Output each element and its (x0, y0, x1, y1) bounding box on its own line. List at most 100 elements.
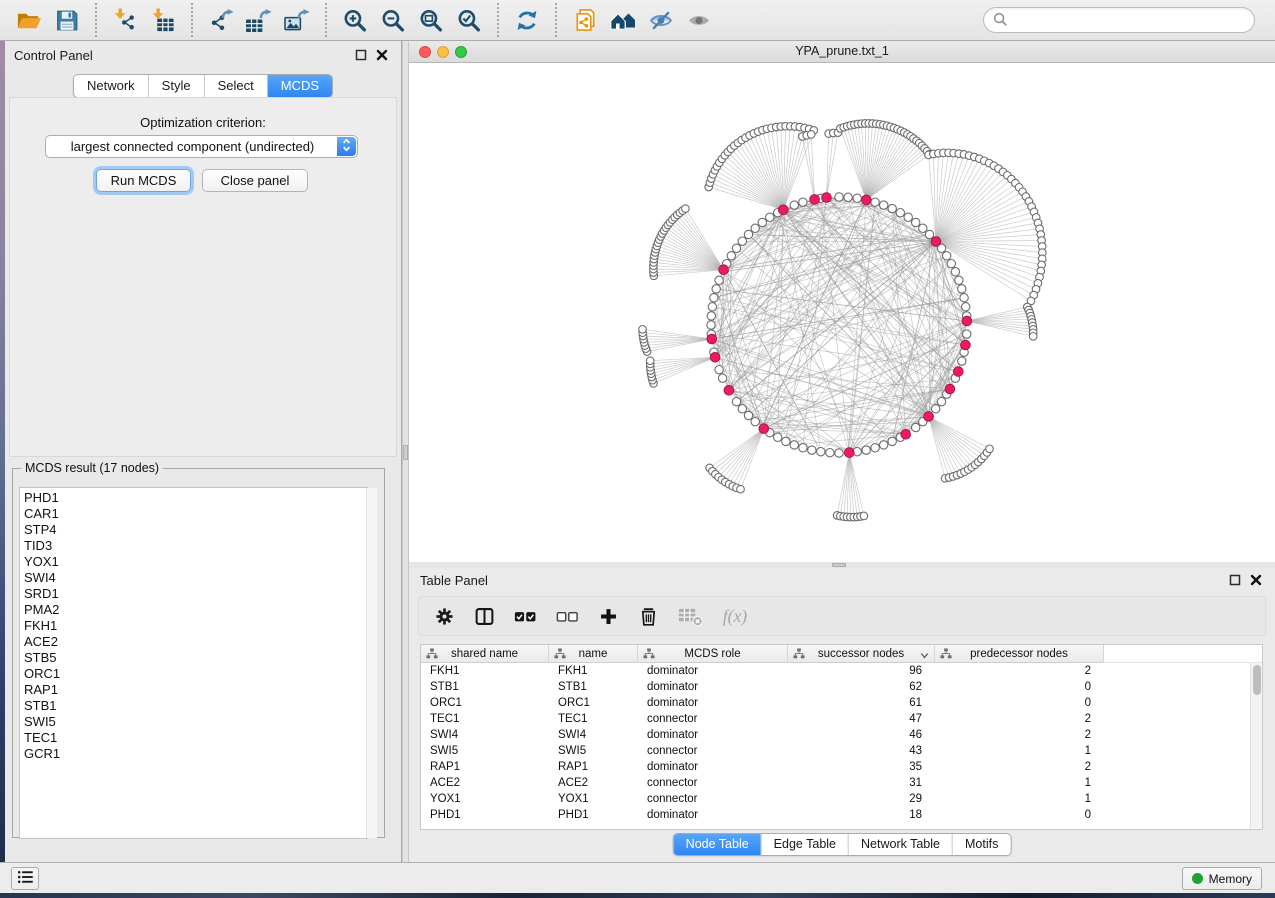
table-row[interactable]: TEC1TEC1connector472 (421, 711, 1262, 727)
tab-mcds[interactable]: MCDS (267, 75, 332, 97)
mcds-result-scrollbar[interactable] (366, 488, 377, 838)
close-control-panel-icon[interactable] (376, 49, 389, 62)
close-panel-button[interactable]: Close panel (202, 169, 308, 192)
table-row[interactable]: ORC1ORC1dominator610 (421, 695, 1262, 711)
export-network-button[interactable] (202, 6, 240, 35)
zoom-in-button[interactable] (336, 6, 374, 35)
mcds-result-item[interactable]: ORC1 (24, 666, 367, 682)
split-panel-button[interactable] (474, 606, 495, 627)
task-history-button[interactable] (11, 867, 39, 890)
export-table-icon (246, 8, 272, 33)
mcds-result-item[interactable]: PHD1 (24, 490, 367, 506)
open-file-button[interactable] (10, 6, 48, 35)
mcds-result-item[interactable]: TEC1 (24, 730, 367, 746)
mcds-result-item[interactable]: RAP1 (24, 682, 367, 698)
cytoscape-window: Control Panel NetworkStyleSelectMCDS Opt… (0, 0, 1275, 898)
export-table-button[interactable] (240, 6, 278, 35)
vertical-divider-handle[interactable] (403, 445, 408, 460)
select-all-button[interactable] (514, 606, 537, 627)
select-stepper-icon (337, 137, 356, 156)
save-session-button[interactable] (48, 6, 86, 35)
mcds-result-item[interactable]: PMA2 (24, 602, 367, 618)
table-cell: dominator (638, 759, 788, 775)
table-cell: 62 (788, 679, 935, 695)
horizontal-divider-handle[interactable] (832, 563, 846, 567)
run-mcds-button[interactable]: Run MCDS (96, 169, 191, 192)
mcds-result-item[interactable]: SRD1 (24, 586, 367, 602)
tab-style[interactable]: Style (148, 75, 204, 97)
memory-button[interactable]: Memory (1182, 867, 1262, 890)
table-row[interactable]: YOX1YOX1connector291 (421, 791, 1262, 807)
mcds-result-item[interactable]: STP4 (24, 522, 367, 538)
mcds-result-item[interactable]: SWI4 (24, 570, 367, 586)
mcds-result-item[interactable]: ACE2 (24, 634, 367, 650)
mcds-result-item[interactable]: YOX1 (24, 554, 367, 570)
zoom-fit-button[interactable] (412, 6, 450, 35)
hide-selected-button[interactable] (642, 6, 680, 35)
settings-icon (434, 606, 455, 627)
mcds-tab-content: Optimization criterion: largest connecte… (9, 97, 397, 457)
table-row[interactable]: STB1STB1dominator620 (421, 679, 1262, 695)
attribute-tree-icon (643, 648, 655, 659)
mcds-result-item[interactable]: FKH1 (24, 618, 367, 634)
column-header-successor-nodes[interactable]: successor nodes (788, 645, 935, 663)
search-icon (992, 11, 1008, 30)
tab-motifs[interactable]: Motifs (952, 834, 1010, 855)
table-cell: SWI4 (549, 727, 638, 743)
float-control-panel-icon[interactable] (355, 49, 368, 62)
export-image-button[interactable] (278, 6, 316, 35)
mcds-result-item[interactable]: CAR1 (24, 506, 367, 522)
table-scrollbar[interactable] (1250, 663, 1262, 829)
table-row[interactable]: PHD1PHD1dominator180 (421, 807, 1262, 823)
delete-column-button[interactable] (638, 606, 659, 627)
table-panel-header: Table Panel (420, 573, 1265, 589)
apply-layout-button[interactable] (508, 6, 546, 35)
network-canvas[interactable] (409, 63, 1275, 562)
add-column-button[interactable] (598, 606, 619, 627)
home-views-button[interactable] (604, 6, 642, 35)
column-header-name[interactable]: name (549, 645, 638, 663)
network-window-title: YPA_prune.txt_1 (409, 44, 1275, 58)
close-table-panel-icon[interactable] (1250, 574, 1263, 587)
sort-descending-icon (920, 650, 929, 658)
panel-divider-vertical[interactable] (402, 41, 409, 862)
settings-button[interactable] (434, 606, 455, 627)
table-cell: PHD1 (549, 807, 638, 823)
zoom-selected-button[interactable] (450, 6, 488, 35)
deselect-all-button[interactable] (556, 606, 579, 627)
control-panel-tabs: NetworkStyleSelectMCDS (73, 74, 333, 98)
table-row[interactable]: SWI5SWI5connector431 (421, 743, 1262, 759)
column-header-MCDS-role[interactable]: MCDS role (638, 645, 788, 663)
tab-network[interactable]: Network (74, 75, 148, 97)
table-cell: dominator (638, 695, 788, 711)
float-table-panel-icon[interactable] (1229, 574, 1242, 587)
mcds-result-item[interactable]: STB1 (24, 698, 367, 714)
mcds-result-item[interactable]: TID3 (24, 538, 367, 554)
table-cell: 18 (788, 807, 935, 823)
table-row[interactable]: ACE2ACE2connector311 (421, 775, 1262, 791)
table-row[interactable]: SWI4SWI4dominator462 (421, 727, 1262, 743)
toolbar-separator (191, 3, 193, 37)
import-table-button[interactable] (144, 6, 182, 35)
network-graph[interactable] (409, 63, 1275, 562)
tab-select[interactable]: Select (204, 75, 267, 97)
tab-network-table[interactable]: Network Table (848, 834, 952, 855)
column-header-shared-name[interactable]: shared name (421, 645, 549, 663)
import-network-button[interactable] (106, 6, 144, 35)
mcds-result-item[interactable]: GCR1 (24, 746, 367, 762)
tab-node-table[interactable]: Node Table (674, 834, 761, 855)
table-row[interactable]: FKH1FKH1dominator962 (421, 663, 1262, 679)
network-window-titlebar[interactable]: YPA_prune.txt_1 (409, 41, 1275, 63)
show-all-button[interactable] (680, 6, 718, 35)
share-document-button[interactable] (566, 6, 604, 35)
mcds-result-item[interactable]: SWI5 (24, 714, 367, 730)
table-scrollbar-thumb[interactable] (1253, 665, 1261, 695)
column-header-predecessor-nodes[interactable]: predecessor nodes (935, 645, 1104, 663)
attribute-tree-icon (940, 648, 952, 659)
tab-edge-table[interactable]: Edge Table (761, 834, 848, 855)
zoom-out-button[interactable] (374, 6, 412, 35)
mcds-result-item[interactable]: STB5 (24, 650, 367, 666)
table-row[interactable]: RAP1RAP1dominator352 (421, 759, 1262, 775)
search-input[interactable] (1013, 10, 1254, 30)
optimization-criterion-select[interactable]: largest connected component (undirected) (45, 135, 358, 158)
